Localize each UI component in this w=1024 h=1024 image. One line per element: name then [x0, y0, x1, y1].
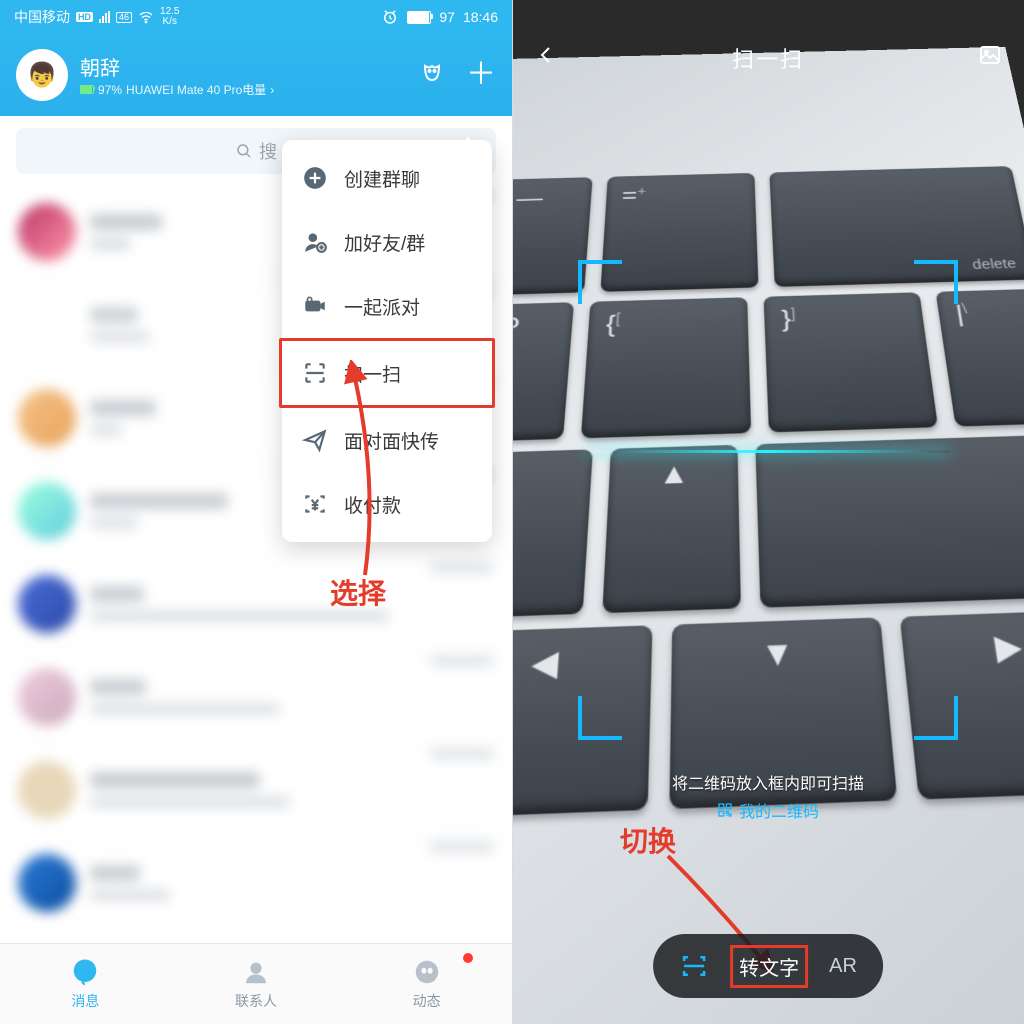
carrier-label: 中国移动 — [14, 7, 70, 27]
tab-label: 联系人 — [235, 991, 277, 1011]
chat-row[interactable] — [0, 651, 512, 744]
menu-scan[interactable]: 扫一扫 — [279, 338, 495, 408]
scan-line — [586, 450, 950, 453]
contacts-icon — [241, 957, 271, 987]
menu-party[interactable]: 一起派对 — [282, 274, 492, 338]
paper-plane-icon — [302, 427, 328, 453]
bottom-nav: 消息 联系人 动态 — [0, 943, 512, 1024]
lucky-icon[interactable] — [420, 61, 444, 90]
scan-icon — [302, 360, 328, 386]
discover-icon — [412, 957, 442, 987]
menu-label: 扫一扫 — [344, 360, 401, 387]
annotation-switch: 切换 — [620, 820, 676, 860]
add-friend-icon — [302, 229, 328, 255]
messages-screen: 中国移动 HD 46 12.5 K/s 97 18:46 朝辞 — [0, 0, 512, 1024]
mode-text[interactable]: 转文字 — [730, 945, 808, 988]
gallery-button[interactable] — [978, 43, 1002, 73]
scan-mode-switch: 转文字 AR — [653, 934, 883, 998]
messages-icon — [70, 957, 100, 987]
qr-icon — [717, 802, 733, 818]
tab-label: 动态 — [413, 991, 441, 1011]
tab-discover[interactable]: 动态 — [341, 944, 512, 1024]
menu-label: 面对面快传 — [344, 427, 439, 454]
battery-pct-label: 97 — [439, 9, 455, 25]
menu-label: 一起派对 — [344, 293, 420, 320]
lte-badge: 46 — [116, 12, 132, 23]
menu-label: 创建群聊 — [344, 165, 420, 192]
chat-row[interactable] — [0, 744, 512, 837]
search-placeholder: 搜 — [259, 138, 277, 164]
menu-label: 收付款 — [344, 491, 401, 518]
menu-create-group[interactable]: 创建群聊 — [282, 146, 492, 210]
profile-name[interactable]: 朝辞 — [80, 52, 274, 81]
image-icon — [978, 43, 1002, 67]
signal-icon — [99, 11, 110, 23]
profile-avatar[interactable] — [16, 49, 68, 101]
badge-dot — [462, 952, 474, 964]
menu-add-friend[interactable]: 加好友/群 — [282, 210, 492, 274]
plus-menu: 创建群聊 加好友/群 一起派对 扫一扫 面对面快传 收付款 — [282, 140, 492, 542]
chat-row[interactable] — [0, 558, 512, 651]
scan-icon — [679, 951, 709, 981]
mode-scan[interactable] — [679, 951, 709, 981]
chat-row[interactable] — [0, 837, 512, 930]
tab-contacts[interactable]: 联系人 — [171, 944, 342, 1024]
mode-ar[interactable]: AR — [829, 955, 857, 978]
net-speed: 12.5 K/s — [160, 7, 179, 27]
plus-button[interactable]: ＋ — [466, 60, 496, 90]
chevron-left-icon — [534, 43, 558, 67]
wifi-icon — [138, 9, 154, 25]
statusbar: 中国移动 HD 46 12.5 K/s 97 18:46 — [0, 0, 512, 34]
scan-title: 扫一扫 — [558, 42, 978, 74]
pay-icon — [302, 491, 328, 517]
party-icon — [302, 293, 328, 319]
scan-topbar: 扫一扫 — [512, 30, 1024, 86]
scan-viewfinder — [578, 260, 958, 740]
scan-hint: 将二维码放入框内即可扫描 — [512, 770, 1024, 794]
back-button[interactable] — [534, 43, 558, 73]
battery-icon — [407, 11, 431, 24]
pane-divider — [512, 0, 513, 1024]
menu-face-transfer[interactable]: 面对面快传 — [282, 408, 492, 472]
plus-circle-icon — [302, 165, 328, 191]
hd-badge: HD — [76, 12, 93, 22]
menu-payment[interactable]: 收付款 — [282, 472, 492, 536]
tab-messages[interactable]: 消息 — [0, 944, 171, 1024]
annotation-select: 选择 — [330, 572, 386, 612]
tab-label: 消息 — [71, 991, 99, 1011]
app-header: 朝辞 97% HUAWEI Mate 40 Pro电量 › ＋ — [0, 34, 512, 116]
my-qr-button[interactable]: 我的二维码 — [512, 798, 1024, 822]
clock-label: 18:46 — [463, 9, 498, 25]
search-icon — [235, 142, 253, 160]
menu-label: 加好友/群 — [344, 229, 425, 256]
scan-screen: — =+ delete P {[ }] |\ ?/ ▲ shift ◀ ▼ ▶ — [512, 0, 1024, 1024]
alarm-icon — [381, 8, 399, 26]
device-battery-line[interactable]: 97% HUAWEI Mate 40 Pro电量 › — [80, 81, 274, 98]
